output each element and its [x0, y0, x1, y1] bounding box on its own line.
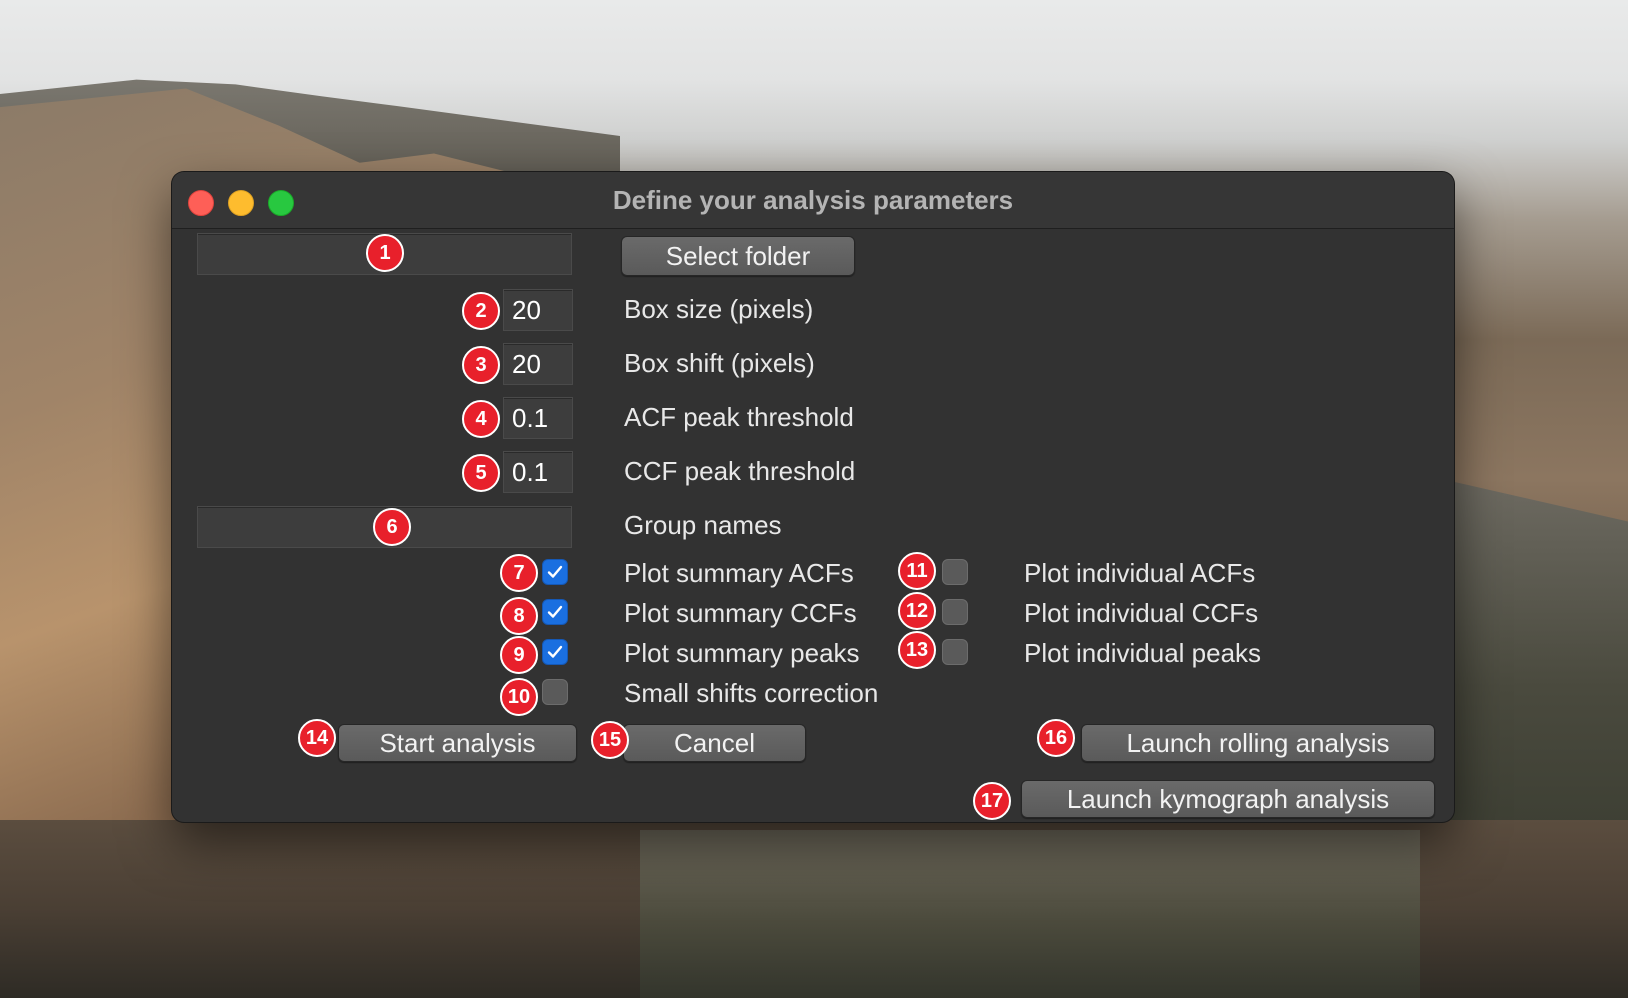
title-bar: Define your analysis parameters	[172, 172, 1454, 229]
annotation-badge-7: 7	[500, 554, 538, 592]
annotation-badge-12: 12	[898, 592, 936, 630]
start-analysis-button[interactable]: Start analysis	[338, 724, 577, 762]
acf-threshold-input[interactable]	[503, 397, 573, 439]
annotation-badge-16: 16	[1037, 719, 1075, 757]
annotation-badge-8: 8	[500, 597, 538, 635]
small-shifts-correction-label: Small shifts correction	[624, 678, 879, 708]
plot-individual-peaks-checkbox[interactable]	[942, 639, 968, 665]
wallpaper-brush	[640, 830, 1420, 998]
plot-summary-acfs-checkbox[interactable]	[542, 559, 568, 585]
checkmark-icon	[547, 605, 563, 618]
acf-threshold-label: ACF peak threshold	[624, 402, 854, 432]
launch-kymograph-analysis-button[interactable]: Launch kymograph analysis	[1021, 780, 1435, 818]
annotation-badge-17: 17	[973, 782, 1011, 820]
annotation-badge-4: 4	[462, 400, 500, 438]
plot-individual-peaks-label: Plot individual peaks	[1024, 638, 1262, 668]
box-shift-label: Box shift (pixels)	[624, 348, 815, 378]
checkmark-icon	[547, 565, 563, 578]
annotation-badge-15: 15	[591, 721, 629, 759]
annotation-badge-9: 9	[500, 636, 538, 674]
annotation-badge-10: 10	[500, 678, 538, 716]
box-size-label: Box size (pixels)	[624, 294, 814, 324]
plot-individual-ccfs-label: Plot individual CCFs	[1024, 598, 1259, 628]
plot-summary-ccfs-checkbox[interactable]	[542, 599, 568, 625]
plot-individual-acfs-checkbox[interactable]	[942, 559, 968, 585]
window-title: Define your analysis parameters	[612, 185, 1014, 215]
annotation-badge-5: 5	[462, 454, 500, 492]
ccf-threshold-input[interactable]	[503, 451, 573, 493]
plot-summary-ccfs-label: Plot summary CCFs	[624, 598, 857, 628]
plot-individual-acfs-label: Plot individual ACFs	[1024, 558, 1256, 588]
cancel-button[interactable]: Cancel	[623, 724, 806, 762]
box-shift-input[interactable]	[503, 343, 573, 385]
annotation-badge-1: 1	[366, 234, 404, 272]
launch-rolling-analysis-button[interactable]: Launch rolling analysis	[1081, 724, 1435, 762]
plot-summary-peaks-checkbox[interactable]	[542, 639, 568, 665]
annotation-badge-13: 13	[898, 631, 936, 669]
annotation-badge-11: 11	[898, 552, 936, 590]
select-folder-button[interactable]: Select folder	[621, 236, 855, 276]
plot-summary-acfs-label: Plot summary ACFs	[624, 558, 854, 588]
annotation-badge-6: 6	[373, 508, 411, 546]
plot-summary-peaks-label: Plot summary peaks	[624, 638, 860, 668]
annotation-badge-14: 14	[298, 719, 336, 757]
checkmark-icon	[547, 645, 563, 658]
box-size-input[interactable]	[503, 289, 573, 331]
ccf-threshold-label: CCF peak threshold	[624, 456, 856, 486]
annotation-badge-3: 3	[462, 346, 500, 384]
group-names-label: Group names	[624, 510, 782, 540]
analysis-parameters-window: Define your analysis parameters Select f…	[172, 172, 1454, 822]
small-shifts-correction-checkbox[interactable]	[542, 679, 568, 705]
plot-individual-ccfs-checkbox[interactable]	[942, 599, 968, 625]
annotation-badge-2: 2	[462, 292, 500, 330]
